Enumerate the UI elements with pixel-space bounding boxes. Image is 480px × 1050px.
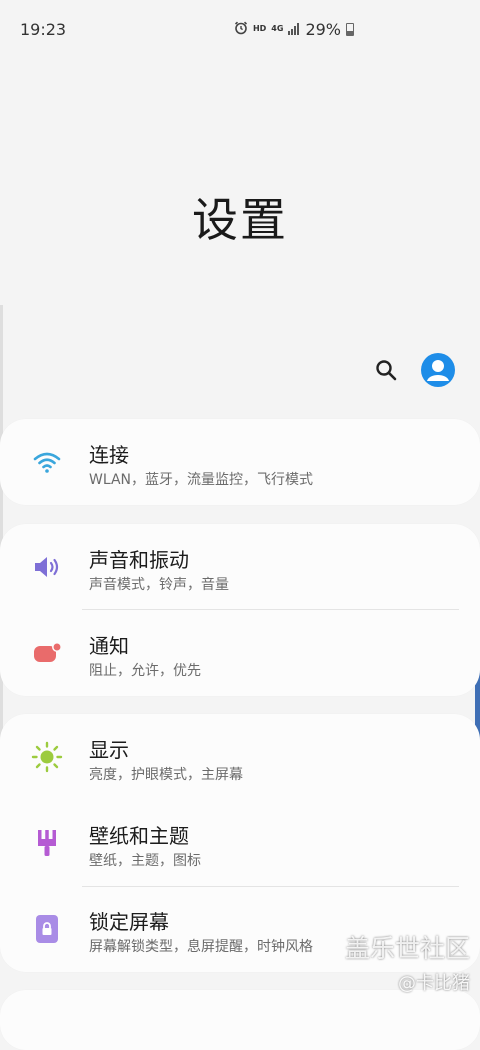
settings-card-sound-notifications: 声音和振动 声音模式，铃声，音量 通知 阻止，允许，优先 [0, 524, 480, 696]
search-button[interactable] [373, 357, 399, 383]
settings-item-title: 显示 [89, 738, 129, 762]
settings-item-sound[interactable]: 声音和振动 声音模式，铃声，音量 [0, 524, 480, 610]
watermark-author: @卡比猪 [398, 973, 470, 994]
search-icon [376, 360, 397, 381]
lock-icon [30, 912, 64, 946]
status-time: 19:23 [20, 19, 67, 39]
settings-item-title: 锁定屏幕 [89, 910, 169, 934]
brightness-icon [30, 740, 64, 774]
settings-card-connections: 连接 WLAN，蓝牙，流量监控，飞行模式 [0, 419, 480, 505]
battery-percent: 29% [305, 19, 341, 39]
settings-item-display[interactable]: 显示 亮度，护眼模式，主屏幕 [0, 714, 480, 800]
account-avatar-icon [427, 360, 449, 381]
settings-item-connections[interactable]: 连接 WLAN，蓝牙，流量监控，飞行模式 [0, 419, 480, 505]
battery-icon [346, 22, 354, 36]
settings-item-title: 通知 [89, 634, 129, 658]
settings-item-subtitle: 屏幕解锁类型，息屏提醒，时钟风格 [89, 939, 313, 955]
page-title: 设置 [192, 193, 288, 247]
settings-item-subtitle: 声音模式，铃声，音量 [89, 577, 229, 593]
wifi-icon [30, 445, 64, 479]
paintbrush-icon [30, 826, 64, 860]
status-bar: 19:23 HD 4G 29% [0, 0, 480, 58]
settings-item-subtitle: 阻止，允许，优先 [89, 663, 201, 679]
settings-item-title: 连接 [89, 443, 129, 467]
settings-item-subtitle: 壁纸，主题，图标 [89, 853, 201, 869]
settings-item-wallpaper[interactable]: 壁纸和主题 壁纸，主题，图标 [0, 800, 480, 886]
alarm-icon [234, 20, 248, 39]
settings-item-title: 声音和振动 [89, 548, 189, 572]
speaker-icon [30, 550, 64, 584]
signal-4g-icon: 4G [271, 24, 284, 33]
header-actions [373, 353, 455, 387]
settings-item-subtitle: WLAN，蓝牙，流量监控，飞行模式 [89, 472, 314, 488]
status-icons: HD 4G 29% [234, 20, 354, 39]
notification-icon [30, 636, 64, 670]
signal-bars-icon [288, 20, 300, 39]
settings-item-notifications[interactable]: 通知 阻止，允许，优先 [0, 610, 480, 696]
settings-item-title: 壁纸和主题 [89, 824, 189, 848]
watermark-site: 盖乐世社区 [344, 934, 470, 963]
account-avatar-button[interactable] [421, 353, 455, 387]
hd-icon: HD [252, 24, 267, 33]
settings-card-next [0, 990, 480, 1050]
settings-item-subtitle: 亮度，护眼模式，主屏幕 [89, 767, 243, 783]
